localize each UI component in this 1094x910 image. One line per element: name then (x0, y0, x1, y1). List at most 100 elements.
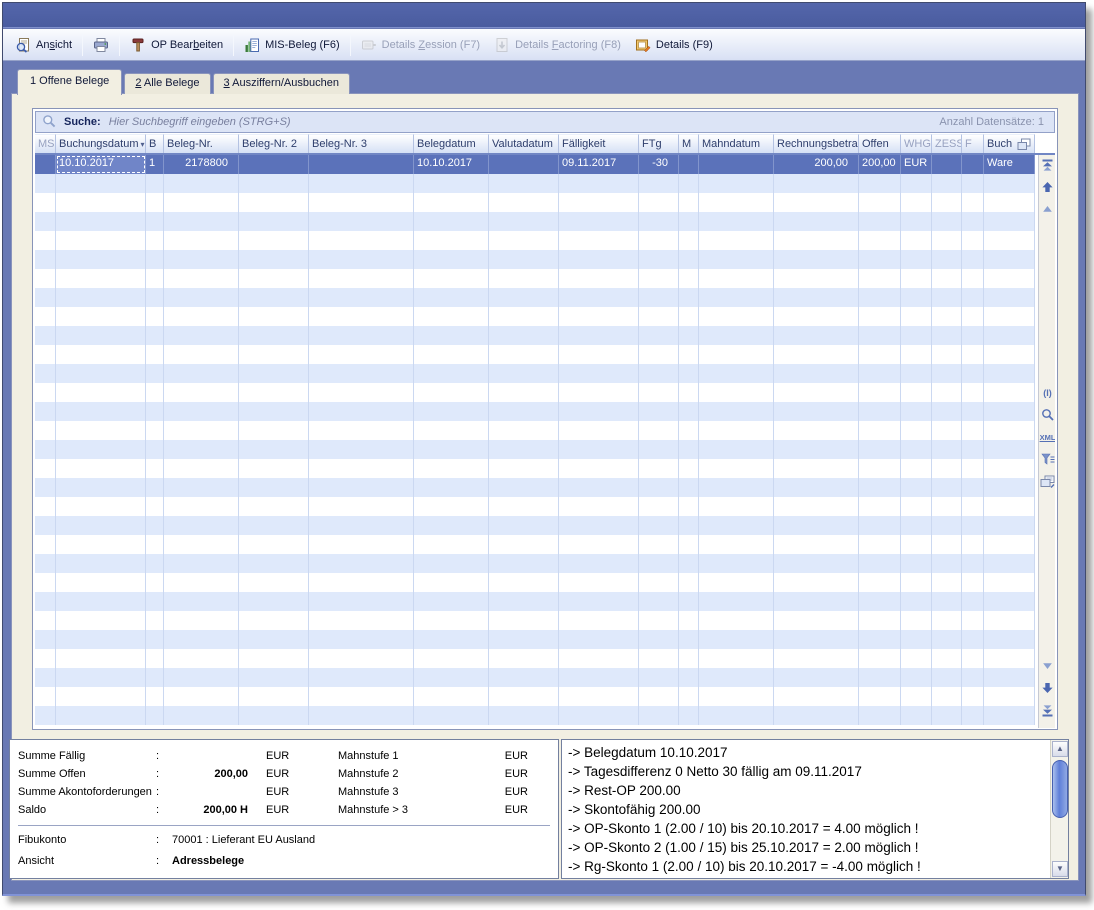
table-row-empty[interactable] (35, 174, 1035, 193)
table-row-empty[interactable] (35, 554, 1035, 573)
print-button[interactable] (86, 33, 116, 57)
column-header-buch[interactable]: Buch (984, 134, 1035, 153)
column-header-m[interactable]: M (679, 134, 699, 153)
column-header-beleg-nr[interactable]: Beleg-Nr. (164, 134, 239, 153)
column-header-falligkeit[interactable]: Fälligkeit (559, 134, 639, 153)
cell-ms[interactable] (35, 155, 56, 174)
tab-alle-belege[interactable]: 2 Alle Belege (124, 73, 210, 94)
cell-m[interactable] (679, 155, 699, 174)
column-header-f[interactable]: F (962, 134, 984, 153)
table-row-empty[interactable] (35, 402, 1035, 421)
details-zession-button: Details Zession (F7) (354, 33, 487, 57)
table-row-empty[interactable] (35, 345, 1035, 364)
tab-ausziffern-ausbuchen[interactable]: 3 Ausziffern/Ausbuchen (213, 73, 350, 94)
cell-zess[interactable] (932, 155, 962, 174)
column-header-mahndatum[interactable]: Mahndatum (699, 134, 774, 153)
table-row-selected[interactable]: 10.10.20171217880010.10.201709.11.2017-3… (35, 155, 1035, 174)
copy-icon[interactable] (1017, 138, 1031, 151)
cell-beleg-nr-2[interactable] (239, 155, 309, 174)
table-row-empty[interactable] (35, 668, 1035, 687)
cell-f[interactable] (962, 155, 984, 174)
table-row-empty[interactable] (35, 706, 1035, 725)
table-row-empty[interactable] (35, 630, 1035, 649)
xml-export-icon[interactable]: XML (1040, 429, 1055, 445)
op-bearbeiten-button[interactable]: OP Bearbeiten (123, 33, 230, 57)
cell-whg[interactable]: EUR (901, 155, 932, 174)
columns-icon[interactable] (1040, 473, 1055, 489)
hammer-icon (130, 37, 146, 53)
column-header-rechnungsbetrag[interactable]: Rechnungsbetrag (774, 134, 859, 153)
column-header-ftg[interactable]: FTg (639, 134, 679, 153)
column-header-valutadatum[interactable]: Valutadatum (489, 134, 559, 153)
table-row-empty[interactable] (35, 573, 1035, 592)
mis-beleg-button[interactable]: MIS-Beleg (F6) (237, 33, 347, 57)
cell-belegdatum[interactable]: 10.10.2017 (414, 155, 489, 174)
table-row-empty[interactable] (35, 478, 1035, 497)
cell-buch[interactable]: Ware (984, 155, 1035, 174)
cell-ftg[interactable]: -30 (639, 155, 679, 174)
column-header-beleg-nr-3[interactable]: Beleg-Nr. 3 (309, 134, 414, 153)
scrollbar-thumb[interactable] (1052, 760, 1068, 818)
column-header-offen[interactable]: Offen (859, 134, 901, 153)
cell-buchungsdatum[interactable]: 10.10.2017 (56, 155, 146, 174)
record-indicator-icon[interactable]: (I) (1040, 385, 1055, 401)
column-header-beleg-nr-2[interactable]: Beleg-Nr. 2 (239, 134, 309, 153)
table-row-empty[interactable] (35, 649, 1035, 668)
table-row-empty[interactable] (35, 516, 1035, 535)
table-row-empty[interactable] (35, 383, 1035, 402)
cell-beleg-nr[interactable]: 2178800 (164, 155, 239, 174)
cell-valutadatum[interactable] (489, 155, 559, 174)
filter-icon[interactable] (1040, 451, 1055, 467)
table-row-empty[interactable] (35, 687, 1035, 706)
table-row-empty[interactable] (35, 592, 1035, 611)
column-header-b[interactable]: B (146, 134, 164, 153)
table-row-empty[interactable] (35, 535, 1035, 554)
row-up-icon[interactable] (1040, 201, 1055, 217)
table-row-empty[interactable] (35, 250, 1035, 269)
column-header-ms[interactable]: MS (35, 134, 56, 153)
tab-offene-belege[interactable]: 1 Offene Belege (17, 69, 122, 95)
cell-rechnungsbetrag[interactable]: 200,00 (774, 155, 859, 174)
cell-beleg-nr-3[interactable] (309, 155, 414, 174)
table-row-empty[interactable] (35, 364, 1035, 383)
cell-mahndatum[interactable] (699, 155, 774, 174)
record-count: Anzahl Datensätze: 1 (939, 116, 1048, 128)
scroll-top-icon[interactable] (1040, 157, 1055, 173)
scroll-bottom-icon[interactable] (1040, 702, 1055, 718)
details-scrollbar[interactable]: ▲ ▼ (1050, 740, 1068, 878)
search-input[interactable] (107, 115, 934, 129)
cell-b[interactable]: 1 (146, 155, 164, 174)
zoom-icon[interactable] (1040, 407, 1055, 423)
table-row-empty[interactable] (35, 611, 1035, 630)
table-row-empty[interactable] (35, 497, 1035, 516)
summary-currency: EUR (254, 768, 314, 780)
open-items-grid: MSBuchungsdatum▾BBeleg-Nr.Beleg-Nr. 2Bel… (35, 134, 1055, 728)
table-row-empty[interactable] (35, 326, 1035, 345)
fibukonto-value: 70001 : Lieferant EU Ausland (170, 834, 315, 846)
details-label: Details (F9) (656, 39, 713, 51)
page-up-icon[interactable] (1040, 179, 1055, 195)
summary-label: Saldo (18, 804, 156, 816)
table-row-empty[interactable] (35, 288, 1035, 307)
ansicht-button[interactable]: Ansicht (8, 33, 79, 57)
table-row-empty[interactable] (35, 459, 1035, 478)
row-down-icon[interactable] (1040, 658, 1055, 674)
table-row-empty[interactable] (35, 269, 1035, 288)
table-row-empty[interactable] (35, 231, 1035, 250)
table-row-empty[interactable] (35, 193, 1035, 212)
scroll-down-button[interactable]: ▼ (1052, 861, 1068, 877)
details-button[interactable]: Details (F9) (628, 33, 720, 57)
column-header-whg[interactable]: WHG (901, 134, 932, 153)
table-row-empty[interactable] (35, 212, 1035, 231)
cell-offen[interactable]: 200,00 (859, 155, 901, 174)
table-row-empty[interactable] (35, 421, 1035, 440)
page-down-icon[interactable] (1040, 680, 1055, 696)
table-row-empty[interactable] (35, 307, 1035, 326)
scroll-up-button[interactable]: ▲ (1052, 741, 1068, 757)
column-header-zess[interactable]: ZESS (932, 134, 962, 153)
column-header-buchungsdatum[interactable]: Buchungsdatum▾ (56, 134, 146, 153)
column-header-belegdatum[interactable]: Belegdatum (414, 134, 489, 153)
cell-falligkeit[interactable]: 09.11.2017 (559, 155, 639, 174)
table-row-empty[interactable] (35, 440, 1035, 459)
fibukonto-row: Fibukonto : 70001 : Lieferant EU Ausland (18, 829, 550, 850)
